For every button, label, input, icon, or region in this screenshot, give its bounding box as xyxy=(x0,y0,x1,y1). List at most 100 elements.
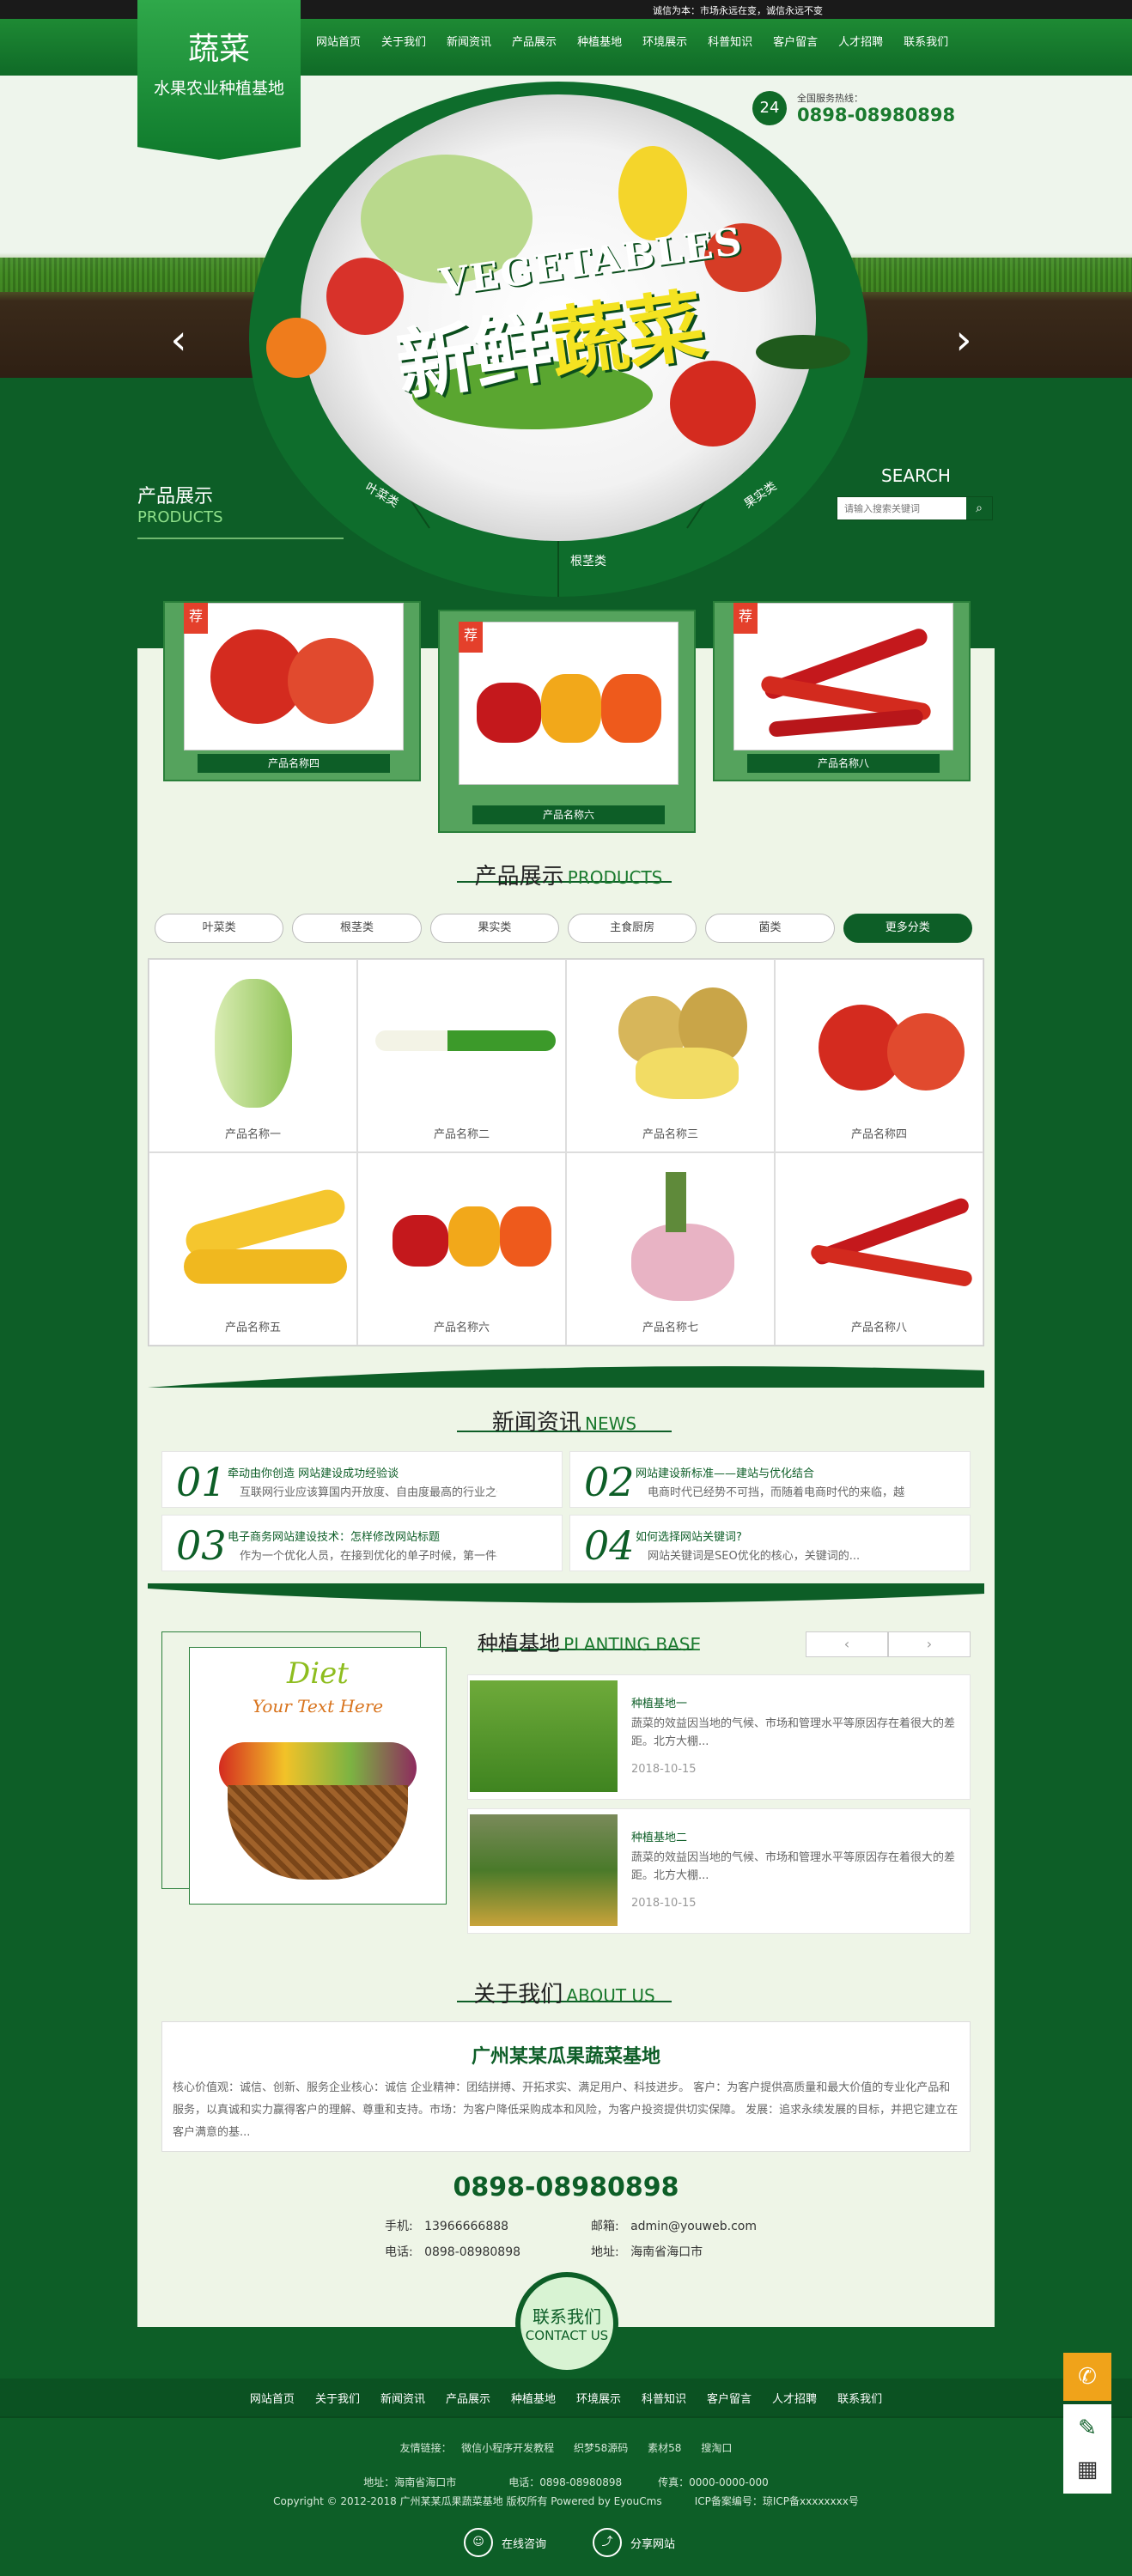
featured-product[interactable]: 荐 产品名称八 xyxy=(713,601,971,781)
qrcode-icon[interactable]: ▦ xyxy=(1063,2445,1111,2494)
contact-address: 海南省海口市 xyxy=(630,2245,703,2259)
logo-title: 蔬菜 xyxy=(187,32,250,67)
news-item[interactable]: 03 电子商务网站建设技术：怎样修改网站标题 作为一个优化人员，在接到优化的单子时候… xyxy=(161,1515,563,1571)
contact-tel: 0898-08980898 xyxy=(453,2172,679,2202)
news-item[interactable]: 01 牵动由你创造 网站建设成功经验谈 互联网行业应该算国内开放度、自由度最高的行业… xyxy=(161,1451,563,1508)
nav-item[interactable]: 关于我们 xyxy=(371,19,436,67)
category-tabs: 叶菜类 根茎类 果实类 主食厨房 菌类 更多分类 xyxy=(155,914,972,943)
nav-item[interactable]: 环境展示 xyxy=(632,19,697,67)
about-section-title: 关于我们 ABOUT US xyxy=(473,1982,655,2008)
hero-prev-arrow[interactable]: ‹ xyxy=(161,314,196,366)
product-image xyxy=(584,1163,757,1309)
share-site[interactable]: ⤴ 分享网站 xyxy=(593,2528,675,2557)
news-item[interactable]: 04 如何选择网站关键词? 网站关键词是SEO优化的核心，关键词的... xyxy=(569,1515,971,1571)
product-name: 产品名称八 xyxy=(850,1321,907,1334)
product-name: 产品名称三 xyxy=(642,1128,698,1141)
search-box: ⌕ xyxy=(837,496,993,520)
footer-info: 地址：海南省海口市 电话：0898-08980898 传真：0000-0000-… xyxy=(363,2476,769,2488)
tab-leaf[interactable]: 叶菜类 xyxy=(155,914,284,943)
divider xyxy=(137,538,344,539)
product-image xyxy=(167,1163,349,1309)
product-card[interactable]: 产品名称六 xyxy=(357,1152,566,1346)
tab-staple[interactable]: 主食厨房 xyxy=(567,914,697,943)
product-card[interactable]: 产品名称三 xyxy=(566,959,775,1152)
footer-link[interactable]: 关于我们 xyxy=(305,2390,370,2406)
featured-product[interactable]: 荐 产品名称四 xyxy=(163,601,421,781)
product-image xyxy=(584,970,757,1116)
tab-fruit[interactable]: 果实类 xyxy=(429,914,559,943)
nav-item[interactable]: 科普知识 xyxy=(697,19,763,67)
footer-link[interactable]: 环境展示 xyxy=(566,2390,631,2406)
hero-next-arrow[interactable]: › xyxy=(946,314,981,366)
product-card[interactable]: 产品名称七 xyxy=(566,1152,775,1346)
about-box: 广州某某瓜果蔬菜基地 核心价值观：诚信、创新、服务企业核心：诚信 企业精神：团结… xyxy=(161,2021,971,2152)
phone-icon[interactable]: ✆ xyxy=(1063,2353,1111,2401)
search-input[interactable] xyxy=(837,498,966,519)
hotline-label: 全国服务热线： xyxy=(797,93,863,104)
product-name: 产品名称四 xyxy=(850,1128,907,1141)
footer-link[interactable]: 科普知识 xyxy=(631,2390,697,2406)
nav-item[interactable]: 新闻资讯 xyxy=(436,19,502,67)
nav-item[interactable]: 产品展示 xyxy=(502,19,567,67)
footer-link[interactable]: 种植基地 xyxy=(501,2390,566,2406)
tab-root[interactable]: 根茎类 xyxy=(292,914,422,943)
product-card[interactable]: 产品名称五 xyxy=(149,1152,357,1346)
contact-us-button[interactable]: 联系我们 CONTACT US xyxy=(515,2272,618,2375)
product-image xyxy=(793,970,965,1116)
base-item[interactable]: 种植基地一 蔬菜的效益因当地的气候、市场和管理水平等原因存在着很大的差距。北方大… xyxy=(467,1674,971,1800)
product-card[interactable]: 产品名称四 xyxy=(775,959,983,1152)
footer-link[interactable]: 客户留言 xyxy=(697,2390,762,2406)
footer-link[interactable]: 联系我们 xyxy=(827,2390,892,2406)
divider xyxy=(0,2416,1132,2418)
recommend-badge: 荐 xyxy=(733,603,758,634)
featured-product[interactable]: 荐 产品名称六 xyxy=(438,610,696,833)
product-name: 产品名称七 xyxy=(642,1321,698,1334)
product-image xyxy=(184,603,404,750)
wave-band xyxy=(148,1366,984,1388)
product-card[interactable]: 产品名称八 xyxy=(775,1152,983,1346)
search-label: SEARCH xyxy=(881,465,951,486)
base-image xyxy=(470,1814,618,1926)
contact-mobile: 13966666888 xyxy=(424,2220,509,2233)
yellow-squash-image xyxy=(618,146,687,240)
news-item[interactable]: 02 网站建设新标准——建站与优化结合 电商时代已经势不可挡，而随着电商时代的来临，… xyxy=(569,1451,971,1508)
product-image xyxy=(375,970,556,1116)
tab-more[interactable]: 更多分类 xyxy=(843,914,972,943)
hotline-number: 0898-08980898 xyxy=(797,105,956,125)
product-image xyxy=(375,1163,551,1309)
products-side-title: 产品展示 PRODUCTS xyxy=(137,486,223,526)
base-item[interactable]: 种植基地二 蔬菜的效益因当地的气候、市场和管理水平等原因存在着很大的差距。北方大… xyxy=(467,1808,971,1934)
category-root[interactable]: 根茎类 xyxy=(570,552,606,569)
footer-link[interactable]: 网站首页 xyxy=(240,2390,305,2406)
footer-link[interactable]: 产品展示 xyxy=(435,2390,501,2406)
product-name: 产品名称五 xyxy=(224,1321,281,1334)
online-consult[interactable]: ☺ 在线咨询 xyxy=(464,2528,546,2557)
footer-link[interactable]: 新闻资讯 xyxy=(370,2390,435,2406)
wave-band xyxy=(148,1583,984,1603)
product-name: 产品名称四 xyxy=(198,754,390,773)
products-section-title: 产品展示 PRODUCTS xyxy=(474,864,663,890)
nav-item[interactable]: 种植基地 xyxy=(567,19,632,67)
friend-links[interactable]: 友情链接： 微信小程序开发教程 织梦58源码 素材58 搜淘口 xyxy=(0,2440,1132,2455)
base-next-button[interactable]: › xyxy=(888,1631,971,1657)
copyright: Copyright © 2012-2018 广州某某瓜果蔬菜基地 版权所有 Po… xyxy=(273,2495,859,2507)
nav-item[interactable]: 客户留言 xyxy=(763,19,828,67)
top-slogan: 诚信为本：市场永远在变，诚信永远不变 xyxy=(653,5,823,16)
nav-item[interactable]: 人才招聘 xyxy=(828,19,893,67)
site-logo[interactable]: 蔬菜 水果农业种植基地 xyxy=(137,0,301,160)
product-name: 产品名称六 xyxy=(433,1321,490,1334)
tab-mushroom[interactable]: 菌类 xyxy=(705,914,835,943)
carrot-image xyxy=(266,318,326,378)
base-prev-button[interactable]: ‹ xyxy=(806,1631,888,1657)
nav-item[interactable]: 网站首页 xyxy=(306,19,371,67)
contact-phone: 0898-08980898 xyxy=(424,2245,521,2259)
nav-item[interactable]: 联系我们 xyxy=(893,19,959,67)
cucumber-image xyxy=(756,335,850,369)
product-name: 产品名称二 xyxy=(433,1128,490,1141)
product-card[interactable]: 产品名称一 xyxy=(149,959,357,1152)
contact-email[interactable]: admin@youweb.com xyxy=(630,2220,757,2233)
search-icon[interactable]: ⌕ xyxy=(966,497,992,519)
footer-link[interactable]: 人才招聘 xyxy=(762,2390,827,2406)
diet-subtitle: Your Text Here xyxy=(252,1696,384,1716)
product-card[interactable]: 产品名称二 xyxy=(357,959,566,1152)
